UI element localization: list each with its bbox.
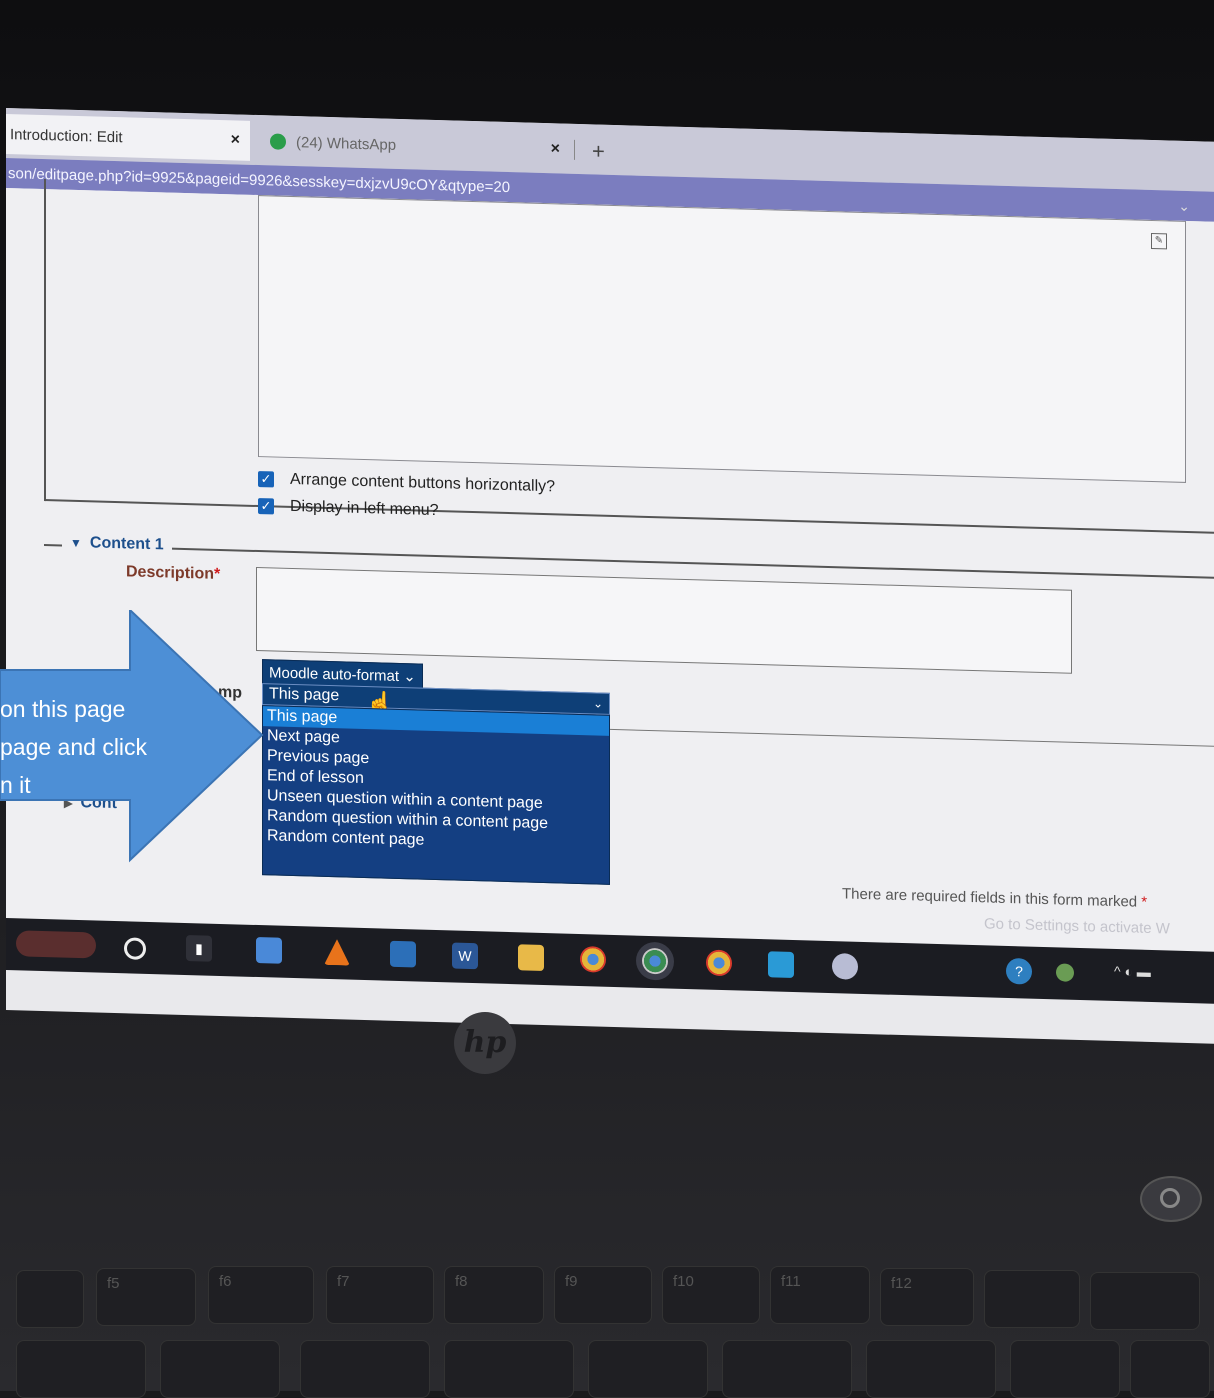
- search-icon[interactable]: [124, 937, 146, 960]
- keyboard-key-f6: f6: [208, 1266, 314, 1324]
- content-editor[interactable]: ✎: [258, 195, 1186, 483]
- description-label: Description*: [126, 563, 221, 583]
- keyboard-key: [1130, 1340, 1210, 1398]
- mail-icon[interactable]: [390, 940, 416, 968]
- cloud-icon[interactable]: [832, 953, 858, 980]
- close-tab-icon[interactable]: ×: [551, 140, 560, 158]
- keyboard-key: [16, 1270, 84, 1328]
- weather-icon[interactable]: [1056, 963, 1074, 982]
- power-button[interactable]: [1140, 1176, 1202, 1222]
- tray-icons[interactable]: ^ ◐ ▬: [1114, 963, 1151, 980]
- activate-windows-watermark: Go to Settings to activate W: [984, 915, 1170, 938]
- checkbox-label: Display in left menu?: [290, 497, 439, 520]
- keyboard-key: [1090, 1272, 1200, 1330]
- chrome-icon[interactable]: [580, 946, 606, 973]
- jump-options-list[interactable]: This page Next page Previous page End of…: [262, 705, 610, 885]
- caret-down-icon: ▼: [70, 535, 82, 551]
- required-asterisk: *: [214, 565, 221, 583]
- description-editor[interactable]: [256, 566, 1072, 674]
- annotation-line: n it: [0, 772, 31, 798]
- hp-logo: hp: [454, 1012, 516, 1074]
- required-fields-note: There are required fields in this form m…: [842, 885, 1148, 911]
- annotation-line: on this page: [0, 696, 126, 722]
- store-icon[interactable]: [256, 936, 282, 964]
- keyboard-key: [588, 1340, 708, 1398]
- annotation-text: on this page page and click n it: [0, 690, 210, 804]
- keyboard-key-f10: f10: [662, 1266, 760, 1324]
- file-explorer-icon[interactable]: [518, 944, 544, 972]
- keyboard-key-f11: f11: [770, 1266, 870, 1324]
- chrome-icon-2[interactable]: [706, 949, 732, 977]
- keyboard-key-f5: f5: [96, 1268, 196, 1326]
- task-view-icon[interactable]: ▮: [186, 935, 212, 962]
- display-left-menu-row[interactable]: ✓ Display in left menu?: [258, 497, 439, 520]
- chevron-down-icon: ⌄: [592, 696, 603, 711]
- help-icon[interactable]: ?: [1006, 957, 1032, 985]
- checkbox-checked-icon[interactable]: ✓: [258, 498, 274, 515]
- power-icon: [1160, 1188, 1180, 1208]
- keyboard-key: [16, 1340, 146, 1398]
- tab-whatsapp[interactable]: (24) WhatsApp ×: [258, 121, 580, 170]
- section-legend[interactable]: ▼ Content 1: [62, 533, 172, 555]
- word-icon[interactable]: W: [452, 942, 478, 970]
- new-tab-button[interactable]: +: [592, 138, 605, 164]
- whatsapp-icon: [270, 133, 286, 150]
- chevron-down-icon: ⌄: [403, 668, 416, 686]
- edit-icon[interactable]: ✎: [1151, 232, 1167, 250]
- wallpaper-thumbnail: [16, 930, 96, 959]
- keyboard-key: [300, 1340, 430, 1398]
- keyboard-key-f7: f7: [326, 1266, 434, 1324]
- keyboard-key: [1010, 1340, 1120, 1398]
- keyboard-key-f12: f12: [880, 1268, 974, 1326]
- laptop-screen: Introduction: Edit × (24) WhatsApp × + s…: [6, 108, 1214, 1044]
- keyboard-key: [866, 1340, 996, 1398]
- tab-introduction-edit[interactable]: Introduction: Edit ×: [6, 114, 250, 161]
- photos-icon[interactable]: [768, 951, 794, 979]
- field-divider: [610, 728, 1214, 747]
- keyboard-key: [444, 1340, 574, 1398]
- tab-separator: [574, 139, 575, 160]
- tab-label: Introduction: Edit: [10, 125, 123, 146]
- vlc-icon[interactable]: [324, 939, 350, 966]
- keyboard-key-f8: f8: [444, 1266, 544, 1324]
- keyboard-key: [160, 1340, 280, 1398]
- close-tab-icon[interactable]: ×: [231, 131, 240, 149]
- keyboard-key: [722, 1340, 852, 1398]
- section-title: Content 1: [89, 534, 164, 554]
- keyboard-key: [984, 1270, 1080, 1328]
- checkbox-checked-icon[interactable]: ✓: [258, 471, 274, 488]
- annotation-line: page and click: [0, 734, 148, 760]
- chrome-alt-icon[interactable]: [642, 947, 668, 975]
- keyboard-key-f9: f9: [554, 1266, 652, 1324]
- tab-label: (24) WhatsApp: [296, 133, 397, 154]
